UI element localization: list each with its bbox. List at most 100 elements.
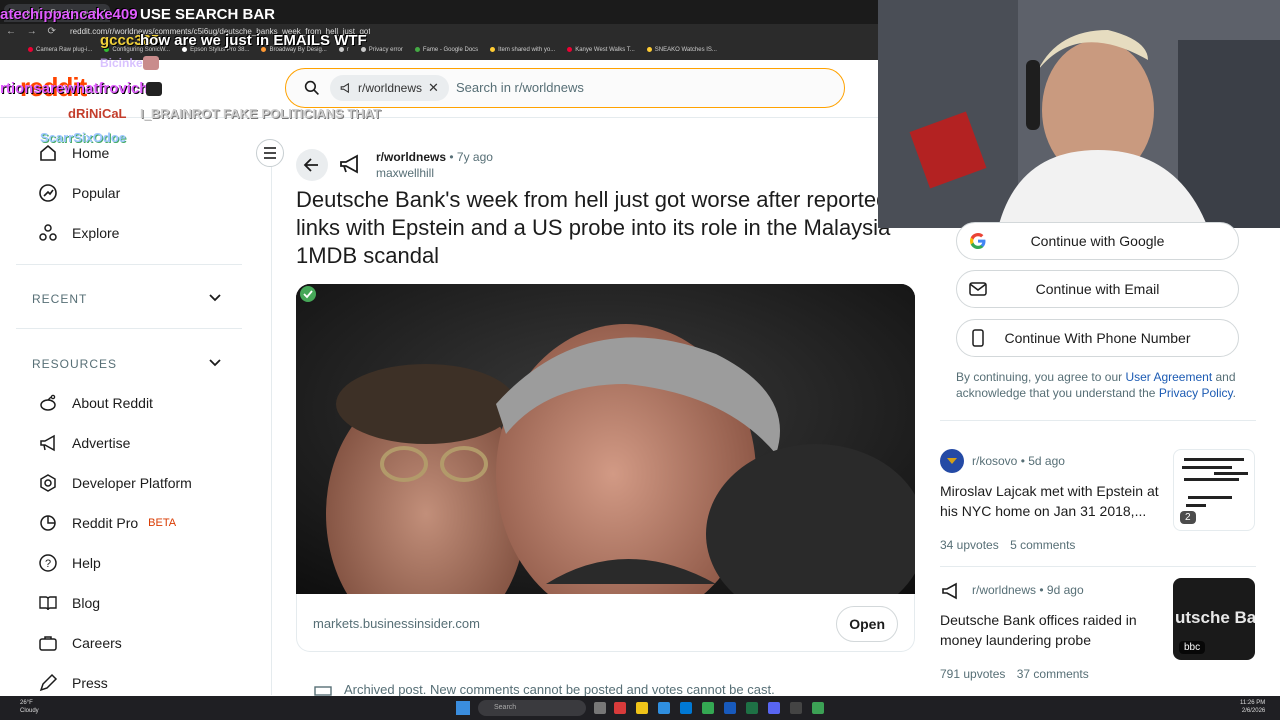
discord-icon[interactable]	[768, 702, 780, 714]
gallery-count-badge: 2	[1180, 511, 1196, 524]
sidebar-item-home[interactable]: Home	[38, 143, 109, 163]
browser-tab[interactable]: Deutsche Bank's week from h...	[4, 4, 110, 22]
task-view-icon[interactable]	[594, 702, 606, 714]
pen-icon	[39, 673, 58, 692]
related-post-thumbnail[interactable]: 2	[1173, 449, 1255, 531]
search-bar[interactable]: r/worldnews ✕ Search in r/worldnews	[285, 68, 845, 108]
collapse-sidebar-button[interactable]	[256, 139, 284, 167]
continue-google-button[interactable]: Continue with Google	[956, 222, 1239, 260]
post-photo	[296, 284, 915, 594]
weather-temp: 26°F	[20, 700, 33, 706]
sidebar-item-careers[interactable]: Careers	[38, 633, 122, 653]
link-card[interactable]: markets.businessinsider.com Open	[296, 594, 915, 652]
chevron-down-icon[interactable]	[208, 291, 222, 305]
related-post-stats: 791 upvotes 37 comments	[940, 667, 1089, 681]
related-upvotes: 791 upvotes	[940, 667, 1006, 681]
edge-icon[interactable]	[658, 702, 670, 714]
taskbar: 26°F Cloudy Search 11:26 PM 2/6/2026	[0, 696, 1280, 720]
weather-widget[interactable]: 26°F Cloudy	[20, 699, 39, 715]
resources-section-header[interactable]: RESOURCES	[32, 357, 117, 371]
taskbar-search[interactable]: Search	[478, 700, 586, 716]
chat-avatar	[143, 56, 159, 70]
bookmark-item[interactable]: SNEAKO Watches IS...	[646, 46, 717, 53]
sidebar-item-developer-platform[interactable]: Developer Platform	[38, 473, 192, 493]
bookmark-item[interactable]: Broadway By Desig...	[261, 46, 327, 53]
sidebar-divider	[16, 264, 242, 265]
search-input[interactable]: Search in r/worldnews	[456, 80, 584, 95]
tab-strip: Deutsche Bank's week from h...	[0, 0, 878, 24]
related-age: • 9d ago	[1039, 583, 1084, 597]
app-icon[interactable]	[812, 702, 824, 714]
back-button[interactable]	[296, 149, 328, 181]
sidebar-item-advertise[interactable]: Advertise	[38, 433, 130, 453]
bookmark-item[interactable]: Kanye West Walks T...	[567, 46, 635, 53]
sidebar-item-help[interactable]: ? Help	[38, 553, 101, 573]
windows-start-icon[interactable]	[456, 701, 470, 715]
post-image[interactable]	[296, 284, 915, 594]
bookmark-item[interactable]: Epson Stylus Pro 38...	[182, 46, 249, 53]
bookmark-item[interactable]: r	[338, 46, 349, 53]
folder-icon[interactable]	[636, 702, 648, 714]
beta-badge: BETA	[148, 517, 177, 529]
sidebar-item-press[interactable]: Press	[38, 673, 108, 693]
related-subreddit[interactable]: r/worldnews	[972, 583, 1036, 597]
bookmark-item[interactable]: Configuring SonicW...	[104, 46, 170, 53]
bookmark-item[interactable]: Item shared with yo...	[490, 46, 555, 53]
sidebar-item-popular[interactable]: Popular	[38, 183, 120, 203]
word-icon[interactable]	[724, 702, 736, 714]
url-text[interactable]: reddit.com/r/worldnews/comments/c5i6ug/d…	[70, 26, 370, 38]
post-title: Deutsche Bank's week from hell just got …	[296, 187, 891, 268]
nav-arrows-icon[interactable]: ← → ⟳	[6, 24, 60, 40]
bookmark-item[interactable]: Camera Raw plug-i...	[28, 46, 92, 53]
post-age: • 7y ago	[449, 150, 493, 164]
megaphone-icon[interactable]	[940, 580, 962, 602]
system-clock[interactable]: 11:26 PM 2/6/2026	[1240, 699, 1265, 715]
popular-icon	[39, 184, 57, 202]
gear-icon	[40, 474, 56, 492]
auth-label: Continue With Phone Number	[1004, 330, 1191, 346]
post-author[interactable]: maxwellhill	[376, 166, 434, 180]
excel-icon[interactable]	[746, 702, 758, 714]
subreddit-link[interactable]: r/worldnews	[376, 150, 446, 164]
subreddit-search-chip[interactable]: r/worldnews ✕	[330, 75, 449, 101]
continue-phone-button[interactable]: Continue With Phone Number	[956, 319, 1239, 357]
chevron-down-icon[interactable]	[208, 356, 222, 370]
sidebar-item-label: About Reddit	[72, 395, 153, 411]
close-icon[interactable]: ✕	[428, 75, 439, 101]
sidebar-item-label: Careers	[72, 635, 122, 651]
sidebar-divider	[16, 328, 242, 329]
sidebar-item-blog[interactable]: Blog	[38, 593, 100, 613]
sidebar-item-about-reddit[interactable]: About Reddit	[38, 393, 153, 413]
related-post-title[interactable]: Deutsche Bank offices raided in money la…	[940, 610, 1162, 650]
open-link-button[interactable]: Open	[836, 606, 898, 642]
chrome-icon[interactable]	[702, 702, 714, 714]
link-domain[interactable]: markets.businessinsider.com	[313, 616, 480, 631]
continue-email-button[interactable]: Continue with Email	[956, 270, 1239, 308]
related-upvotes: 34 upvotes	[940, 538, 999, 552]
weather-desc: Cloudy	[20, 708, 39, 714]
sidebar-item-label: Explore	[72, 225, 120, 241]
related-subreddit[interactable]: r/kosovo	[972, 454, 1017, 468]
bookmark-item[interactable]: Fame - Google Docs	[414, 46, 478, 53]
book-icon	[39, 596, 57, 611]
related-post-thumbnail[interactable]: utsche Ban bbc	[1173, 578, 1255, 660]
related-post-title[interactable]: Miroslav Lajcak met with Epstein at his …	[940, 481, 1162, 521]
subreddit-avatar-icon[interactable]	[940, 449, 964, 473]
subreddit-icon[interactable]	[336, 150, 364, 178]
chat-avatar	[146, 82, 162, 96]
privacy-policy-link[interactable]: Privacy Policy	[1159, 386, 1233, 400]
obs-icon[interactable]	[790, 702, 802, 714]
right-divider	[940, 566, 1256, 567]
legal-suffix: .	[1232, 386, 1236, 400]
bookmark-item[interactable]: Privacy error	[360, 46, 403, 53]
store-icon[interactable]	[680, 702, 692, 714]
reddit-logo[interactable]: reddit	[20, 72, 87, 103]
clock-time: 11:26 PM	[1240, 700, 1266, 706]
address-bar[interactable]: ← → ⟳ reddit.com/r/worldnews/comments/c5…	[0, 24, 878, 40]
explore-icon	[39, 224, 57, 241]
app-icon[interactable]	[614, 702, 626, 714]
sidebar-item-explore[interactable]: Explore	[38, 223, 119, 243]
sidebar-item-reddit-pro[interactable]: Reddit Pro BETA	[38, 513, 176, 533]
recent-section-header[interactable]: RECENT	[32, 292, 87, 306]
user-agreement-link[interactable]: User Agreement	[1125, 370, 1212, 384]
